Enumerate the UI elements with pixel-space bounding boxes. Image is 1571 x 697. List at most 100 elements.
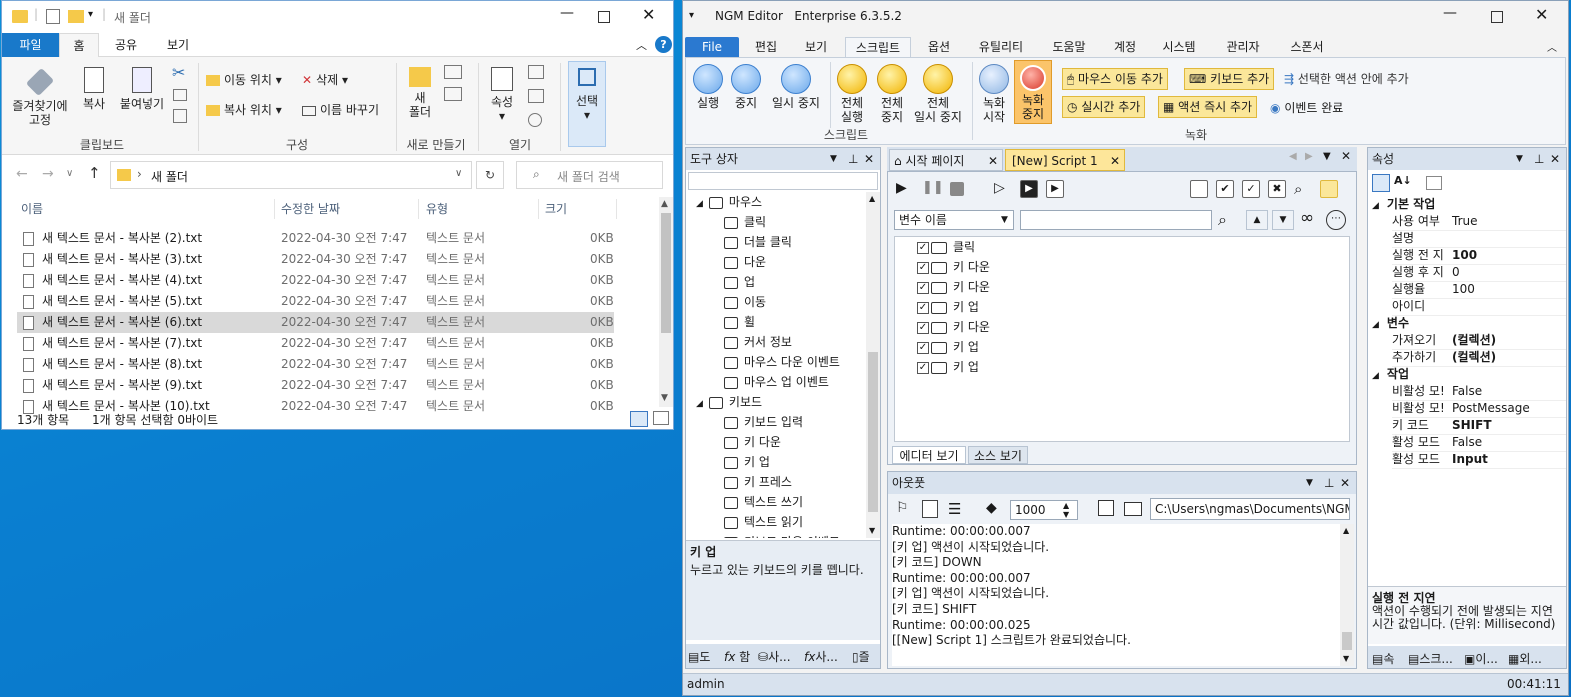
delete-button[interactable]: ✕ 삭제 ▾ xyxy=(302,73,348,87)
file-row[interactable]: 새 텍스트 문서 - 복사본 (2).txt 2022-04-30 오전 7:47… xyxy=(17,228,614,249)
property-row[interactable]: 가져오기 (컬렉션) xyxy=(1392,332,1566,350)
property-value[interactable]: False xyxy=(1452,435,1482,449)
file-row[interactable]: 새 텍스트 문서 - 복사본 (9).txt 2022-04-30 오전 7:47… xyxy=(17,375,614,396)
variable-select[interactable]: 변수 이름 ▼ xyxy=(894,210,1014,230)
variable-value-input[interactable] xyxy=(1020,210,1212,230)
tree-item[interactable]: 커서 정보 xyxy=(724,332,792,352)
help-icon[interactable]: ? xyxy=(655,36,672,53)
tab-toolbox[interactable]: ▤도 xyxy=(688,648,710,665)
pin-button[interactable]: 즐겨찾기에 고정 xyxy=(8,67,72,127)
tree-item[interactable]: 키 업 xyxy=(724,452,770,472)
tab-properties[interactable]: ▤속 xyxy=(1372,650,1394,667)
scrollbar-thumb[interactable] xyxy=(661,213,671,333)
menu-script[interactable]: 스크립트 xyxy=(845,37,911,57)
tree-item[interactable]: 키보드 다운 이벤트 xyxy=(724,532,840,538)
file-row[interactable]: 새 텍스트 문서 - 복사본 (8).txt 2022-04-30 오전 7:47… xyxy=(17,354,614,375)
property-row[interactable]: 비활성 모! False xyxy=(1392,383,1566,401)
add-action-now-button[interactable]: ▦ 액션 즉시 추가 xyxy=(1158,96,1258,118)
menu-admin[interactable]: 관리자 xyxy=(1219,37,1267,57)
tree-item[interactable]: 텍스트 쓰기 xyxy=(724,492,803,512)
tree-group[interactable]: ◢ 키보드 xyxy=(696,392,762,414)
pin-icon[interactable]: ⊥ xyxy=(1534,148,1544,170)
script-line[interactable]: ✓ 키 다운 xyxy=(917,317,990,337)
output-scrollbar[interactable]: ▲ ▼ xyxy=(1340,524,1354,666)
stepper-icon[interactable]: ▲ ▼ xyxy=(1063,501,1069,519)
stop-all-button[interactable]: 전체 중지 xyxy=(872,64,912,124)
more-icon[interactable]: ⋯ xyxy=(1326,210,1346,230)
customize-arrow-icon[interactable]: ▾ xyxy=(88,9,93,20)
eraser-icon[interactable]: ◆ xyxy=(986,500,997,516)
tab-file[interactable]: 파일 xyxy=(2,33,59,57)
tab-favorites[interactable]: ▯즐 xyxy=(852,648,870,665)
tab-scroll-left-icon[interactable]: ◀ xyxy=(1289,151,1297,162)
script-line[interactable]: ✓ 키 업 xyxy=(917,337,979,357)
menu-account[interactable]: 계정 xyxy=(1107,37,1143,57)
property-row[interactable]: 사용 여부 True xyxy=(1392,213,1566,231)
column-date[interactable]: 수정한 날짜 xyxy=(281,197,340,221)
ribbon-collapse-icon[interactable]: ︿ xyxy=(636,37,647,53)
quick-access-icon[interactable]: ▾ xyxy=(689,10,694,21)
maximize-button[interactable] xyxy=(598,11,610,23)
edit-icon[interactable] xyxy=(1190,180,1208,198)
toolbox-scrollbar[interactable]: ▲ ▼ xyxy=(866,192,880,538)
menu-help[interactable]: 도움말 xyxy=(1045,37,1093,57)
add-keyboard-button[interactable]: ⌨ 키보드 추가 xyxy=(1184,68,1275,90)
rename-button[interactable]: 이름 바꾸기 xyxy=(302,103,379,117)
add-mouse-move-button[interactable]: 🖱 마우스 이동 추가 xyxy=(1062,68,1168,90)
tab-home[interactable]: 홈 xyxy=(59,33,99,57)
property-row[interactable]: 활성 모드 False xyxy=(1392,434,1566,452)
up-arrow-icon[interactable]: ↑ xyxy=(88,164,101,182)
script-line[interactable]: ✓ 클릭 xyxy=(917,237,975,257)
checkbox[interactable]: ✓ xyxy=(917,361,929,374)
run-all-button[interactable]: 전체 실행 xyxy=(832,64,872,124)
tree-item[interactable]: 텍스트 읽기 xyxy=(724,512,803,532)
property-value[interactable]: Input xyxy=(1452,452,1488,466)
file-row[interactable]: 새 텍스트 문서 - 복사본 (3).txt 2022-04-30 오전 7:47… xyxy=(17,249,614,270)
check-icon[interactable]: ✓ xyxy=(1242,180,1260,198)
play-icon[interactable]: ▶ xyxy=(896,180,914,198)
close-icon[interactable]: ✕ xyxy=(1550,148,1560,170)
collapse-arrow-icon[interactable]: ◢ xyxy=(696,199,703,209)
explorer-titlebar[interactable]: | ▾ | 새 폴더 — ✕ xyxy=(2,1,673,33)
tree-item[interactable]: 업 xyxy=(724,272,755,292)
large-icons-view-icon[interactable] xyxy=(653,411,669,425)
event-done-button[interactable]: ◉ 이벤트 완료 xyxy=(1270,99,1343,116)
checkbox[interactable]: ✓ xyxy=(917,261,929,274)
add-in-selected-button[interactable]: ⇶ 선택한 액션 안에 추가 xyxy=(1284,70,1409,87)
tree-item[interactable]: 마우스 업 이벤트 xyxy=(724,372,829,392)
tree-item[interactable]: 클릭 xyxy=(724,212,766,232)
property-value[interactable]: 100 xyxy=(1452,248,1477,262)
output-path-field[interactable]: C:\Users\ngmas\Documents\NGM6\ xyxy=(1150,498,1350,520)
menu-view[interactable]: 보기 xyxy=(795,37,837,57)
search-box[interactable]: ⌕ 새 폴더 검색 xyxy=(516,161,663,189)
column-size[interactable]: 크기 xyxy=(545,197,567,221)
property-row[interactable]: 활성 모드 Input xyxy=(1392,451,1566,469)
file-row[interactable]: 새 텍스트 문서 - 복사본 (4).txt 2022-04-30 오전 7:47… xyxy=(17,270,614,291)
tab-user-functions[interactable]: fx사... xyxy=(804,648,838,665)
property-value[interactable]: (컬렉션) xyxy=(1452,350,1496,364)
dropdown-icon[interactable]: ▼ xyxy=(830,148,837,170)
new-folder-button[interactable]: 새 폴더 xyxy=(404,67,436,119)
select-button[interactable]: 선택 ▾ xyxy=(568,61,606,147)
arrow-down-icon[interactable]: ▼ xyxy=(1272,210,1294,230)
tab-script-1[interactable]: [New] Script 1 ✕ xyxy=(1005,149,1125,171)
file-row[interactable]: 새 텍스트 문서 - 복사본 (7).txt 2022-04-30 오전 7:47… xyxy=(17,333,614,354)
file-row[interactable]: 새 텍스트 문서 - 복사본 (6).txt 2022-04-30 오전 7:47… xyxy=(17,312,614,333)
tab-user[interactable]: ⛁사... xyxy=(758,648,791,665)
pause-all-button[interactable]: 전체 일시 중지 xyxy=(908,64,968,124)
folder-open-icon[interactable] xyxy=(1124,502,1142,516)
pause-icon[interactable]: ❚❚ xyxy=(922,180,944,198)
column-name[interactable]: 이름 xyxy=(21,197,43,221)
new-item-icon[interactable] xyxy=(444,65,462,79)
tree-view-icon[interactable] xyxy=(1320,180,1338,198)
categorized-icon[interactable] xyxy=(1372,174,1390,192)
close-icon[interactable]: ✕ xyxy=(864,148,874,170)
property-row[interactable]: 실행율 100 xyxy=(1392,281,1566,299)
tab-share[interactable]: 공유 xyxy=(106,33,146,57)
script-line[interactable]: ✓ 키 다운 xyxy=(917,277,990,297)
collapse-icon[interactable]: ◢ xyxy=(1372,371,1379,381)
broom-icon[interactable]: ⚐ xyxy=(896,500,909,516)
minimize-button[interactable]: — xyxy=(1443,5,1457,21)
paste-button[interactable]: 붙여넣기 xyxy=(116,67,168,111)
dropdown-icon[interactable]: ▼ xyxy=(1306,472,1313,494)
